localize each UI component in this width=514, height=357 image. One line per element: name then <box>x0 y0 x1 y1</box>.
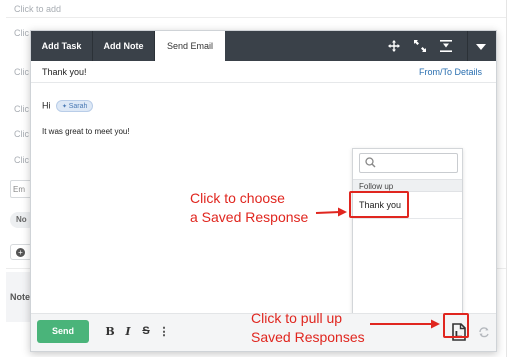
from-to-details-link[interactable]: From/To Details <box>419 67 482 77</box>
toolbar-separator <box>467 31 468 61</box>
bold-button[interactable]: B <box>104 325 116 338</box>
background-row: Click to add <box>14 4 62 14</box>
background-edge <box>506 0 507 357</box>
move-icon[interactable] <box>382 31 406 61</box>
recipient-chip[interactable]: ✦ Sarah <box>56 100 94 112</box>
annotation-line: Click to pull up <box>251 310 343 326</box>
background-row: Clic <box>14 28 29 38</box>
annotation-pull-up-saved-responses: Click to pull up Saved Responses <box>251 309 365 347</box>
tab-send-email[interactable]: Send Email <box>155 31 225 61</box>
more-options-button[interactable]: ⋮ <box>158 325 170 338</box>
annotation-line: Click to choose <box>190 190 285 206</box>
email-body[interactable]: It was great to meet you! <box>42 127 130 136</box>
greeting-text: Hi <box>42 100 51 111</box>
background-row: Clic <box>14 67 29 77</box>
subject-field[interactable]: Thank you! <box>42 67 87 77</box>
highlight-box-saved-responses-icon <box>443 313 469 338</box>
minimize-icon[interactable] <box>434 31 458 61</box>
background-divider <box>6 17 506 18</box>
search-icon <box>365 157 376 168</box>
italic-button[interactable]: I <box>122 325 134 338</box>
tab-add-note[interactable]: Add Note <box>93 31 155 61</box>
annotation-line: a Saved Response <box>190 209 309 225</box>
background-notes-label: Note <box>10 292 30 302</box>
chip-bullet-icon: ✦ <box>62 104 69 110</box>
annotation-choose-saved-response: Click to choose a Saved Response <box>190 189 308 227</box>
email-greeting: Hi ✦ Sarah <box>42 100 94 112</box>
recipient-chip-label: Sarah <box>68 103 88 110</box>
sync-icon[interactable] <box>477 325 491 339</box>
background-row: Clic <box>14 155 29 165</box>
plus-icon: + <box>16 248 25 257</box>
strikethrough-button[interactable]: S <box>140 325 152 337</box>
background-add-button: + <box>10 244 32 260</box>
dropdown-divider <box>353 218 462 219</box>
highlight-box-thank-you <box>349 191 409 218</box>
send-button[interactable]: Send <box>37 320 89 343</box>
background-row: Clic <box>14 129 29 139</box>
annotation-line: Saved Responses <box>251 329 365 345</box>
expand-icon[interactable] <box>408 31 432 61</box>
subject-row: Thank you! From/To Details <box>31 61 496 83</box>
saved-responses-dropdown: Follow up Thank you <box>352 148 463 320</box>
background-row: Clic <box>14 104 29 114</box>
saved-response-search-input[interactable] <box>359 153 458 173</box>
chevron-down-icon[interactable] <box>469 31 493 61</box>
tab-add-task[interactable]: Add Task <box>31 31 93 61</box>
composer-toolbar: Add Task Add Note Send Email <box>31 31 496 61</box>
